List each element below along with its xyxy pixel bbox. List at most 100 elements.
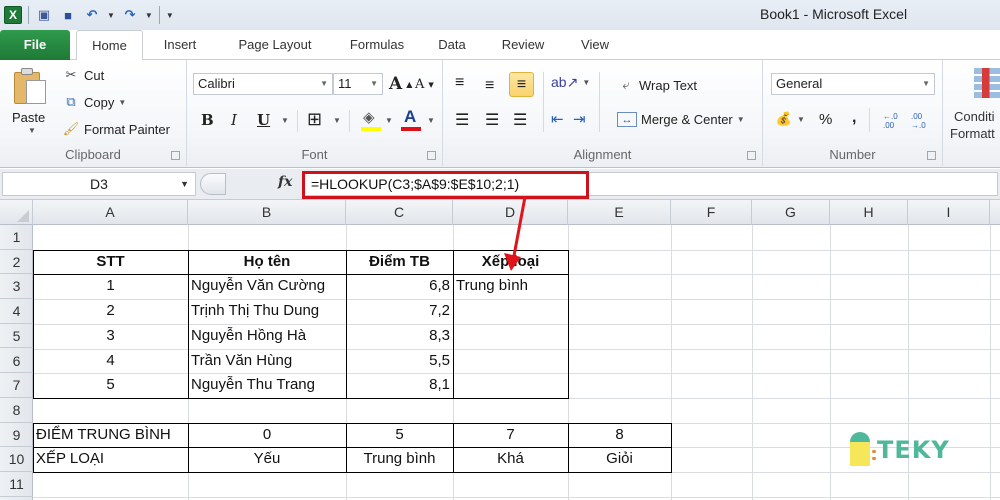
cell-b9[interactable]: 0 <box>188 423 346 448</box>
align-left-button[interactable]: ☰ <box>455 110 469 130</box>
cell-d9[interactable]: 7 <box>453 423 568 448</box>
font-name-dropdown[interactable]: Calibri ▼ <box>193 73 333 95</box>
cell-d7[interactable] <box>453 373 568 398</box>
tab-file[interactable]: File <box>0 30 70 60</box>
redo-dropdown-icon[interactable]: ▼ <box>145 11 153 20</box>
cell-c6[interactable]: 5,5 <box>346 349 453 374</box>
undo-dropdown-icon[interactable]: ▼ <box>107 11 115 20</box>
formula-input[interactable]: =HLOOKUP(C3;$A$9:$E$10;2;1) <box>302 172 998 196</box>
borders-dropdown-icon[interactable]: ▼ <box>333 116 341 125</box>
increase-indent-button[interactable]: ⇥ <box>573 110 586 128</box>
row-header-1[interactable]: 1 <box>0 225 33 250</box>
merge-center-button[interactable]: ↔ Merge & Center ▼ <box>617 112 745 127</box>
alignment-dialog-launcher-icon[interactable] <box>747 151 756 160</box>
align-center-button[interactable]: ☰ <box>485 110 499 130</box>
copy-dropdown-icon[interactable]: ▼ <box>118 98 126 107</box>
italic-button[interactable]: I <box>231 111 237 129</box>
row-header-9[interactable]: 9 <box>0 423 33 448</box>
shrink-font-button[interactable]: A ▼ <box>415 77 434 92</box>
cell-a7[interactable]: 5 <box>33 373 188 398</box>
column-header-e[interactable]: E <box>568 200 671 225</box>
comma-style-button[interactable]: , <box>852 109 856 127</box>
redo-icon[interactable]: ↷ <box>121 6 139 24</box>
column-header-h[interactable]: H <box>830 200 908 225</box>
cell-b3[interactable]: Nguyễn Văn Cường <box>188 274 346 299</box>
row-header-6[interactable]: 6 <box>0 349 33 374</box>
cell-a4[interactable]: 2 <box>33 299 188 324</box>
tab-page-layout[interactable]: Page Layout <box>225 30 325 60</box>
cell-c4[interactable]: 7,2 <box>346 299 453 324</box>
cell-c10[interactable]: Trung bình <box>346 447 453 472</box>
formula-bar-resize-handle[interactable] <box>200 173 226 195</box>
font-color-button[interactable]: A <box>401 107 421 133</box>
wrap-text-button[interactable]: ⤶ Wrap Text <box>617 76 697 94</box>
cell-b4[interactable]: Trịnh Thị Thu Dung <box>188 299 346 324</box>
cell-a9[interactable]: ĐIỂM TRUNG BÌNH <box>33 423 188 448</box>
save-icon[interactable]: ■ <box>59 6 77 24</box>
paste-dropdown-icon[interactable]: ▼ <box>28 126 36 135</box>
cell-b2[interactable]: Họ tên <box>188 250 346 274</box>
cell-a10[interactable]: XẾP LOẠI <box>33 447 188 472</box>
font-dialog-launcher-icon[interactable] <box>427 151 436 160</box>
cell-d5[interactable] <box>453 324 568 349</box>
cell-b7[interactable]: Nguyễn Thu Trang <box>188 373 346 398</box>
cell-c2[interactable]: Điểm TB <box>346 250 453 274</box>
underline-button[interactable]: U <box>257 111 270 129</box>
bold-button[interactable]: B <box>201 111 214 129</box>
percent-style-button[interactable]: % <box>819 111 832 128</box>
tab-home[interactable]: Home <box>76 30 143 61</box>
row-header-11[interactable]: 11 <box>0 472 33 497</box>
grow-font-button[interactable]: A ▲ <box>389 74 412 94</box>
cell-c3[interactable]: 6,8 <box>346 274 453 299</box>
tab-insert[interactable]: Insert <box>150 30 210 60</box>
cell-d4[interactable] <box>453 299 568 324</box>
column-header-b[interactable]: B <box>188 200 346 225</box>
customize-qat-icon[interactable]: ▼ <box>166 11 174 20</box>
cell-d3[interactable]: Trung bình <box>453 274 568 299</box>
underline-dropdown-icon[interactable]: ▼ <box>281 116 289 125</box>
align-right-button[interactable]: ☰ <box>513 110 527 130</box>
accounting-format-button[interactable]: 💰 ▼ <box>775 110 805 128</box>
tab-review[interactable]: Review <box>491 30 555 60</box>
cell-d6[interactable] <box>453 349 568 374</box>
row-header-8[interactable]: 8 <box>0 398 33 423</box>
cell-d10[interactable]: Khá <box>453 447 568 472</box>
excel-logo-icon[interactable]: X <box>4 6 22 24</box>
copy-button[interactable]: ⧉ Copy ▼ <box>62 93 126 111</box>
fill-color-dropdown-icon[interactable]: ▼ <box>385 116 393 125</box>
column-header-i[interactable]: I <box>908 200 990 225</box>
cell-c7[interactable]: 8,1 <box>346 373 453 398</box>
cell-b10[interactable]: Yếu <box>188 447 346 472</box>
font-color-dropdown-icon[interactable]: ▼ <box>427 116 435 125</box>
row-header-10[interactable]: 10 <box>0 447 33 472</box>
decrease-decimal-button[interactable]: .00 →.0 <box>911 112 933 130</box>
row-header-2[interactable]: 2 <box>0 250 33 275</box>
row-header-4[interactable]: 4 <box>0 299 33 324</box>
align-middle-button[interactable]: ≡ <box>485 77 494 95</box>
format-painter-button[interactable]: 🖌 Format Painter <box>62 120 170 138</box>
row-header-3[interactable]: 3 <box>0 274 33 300</box>
cell-c5[interactable]: 8,3 <box>346 324 453 349</box>
tab-data[interactable]: Data <box>430 30 474 60</box>
column-header-g[interactable]: G <box>752 200 830 225</box>
column-header-f[interactable]: F <box>671 200 752 225</box>
tab-formulas[interactable]: Formulas <box>337 30 417 60</box>
number-format-dropdown[interactable]: General ▼ <box>771 73 935 95</box>
cell-b5[interactable]: Nguyễn Hồng Hà <box>188 324 346 349</box>
name-box[interactable]: D3 ▼ <box>2 172 196 196</box>
cell-b6[interactable]: Trần Văn Hùng <box>188 349 346 374</box>
borders-button[interactable]: ⊞ <box>307 109 322 130</box>
undo-icon[interactable]: ↶ <box>83 6 101 24</box>
cell-e10[interactable]: Giỏi <box>568 447 671 472</box>
align-bottom-button[interactable]: ≡ <box>509 72 534 97</box>
cell-e9[interactable]: 8 <box>568 423 671 448</box>
clipboard-dialog-launcher-icon[interactable] <box>171 151 180 160</box>
column-header-a[interactable]: A <box>33 200 188 225</box>
paste-button[interactable]: Paste ▼ <box>6 62 54 138</box>
number-dialog-launcher-icon[interactable] <box>927 151 936 160</box>
select-all-button[interactable] <box>0 200 33 225</box>
row-header-5[interactable]: 5 <box>0 324 33 349</box>
column-header-c[interactable]: C <box>346 200 453 225</box>
conditional-formatting-button[interactable]: Conditi Formatt <box>946 66 1000 146</box>
cell-a3[interactable]: 1 <box>33 274 188 299</box>
